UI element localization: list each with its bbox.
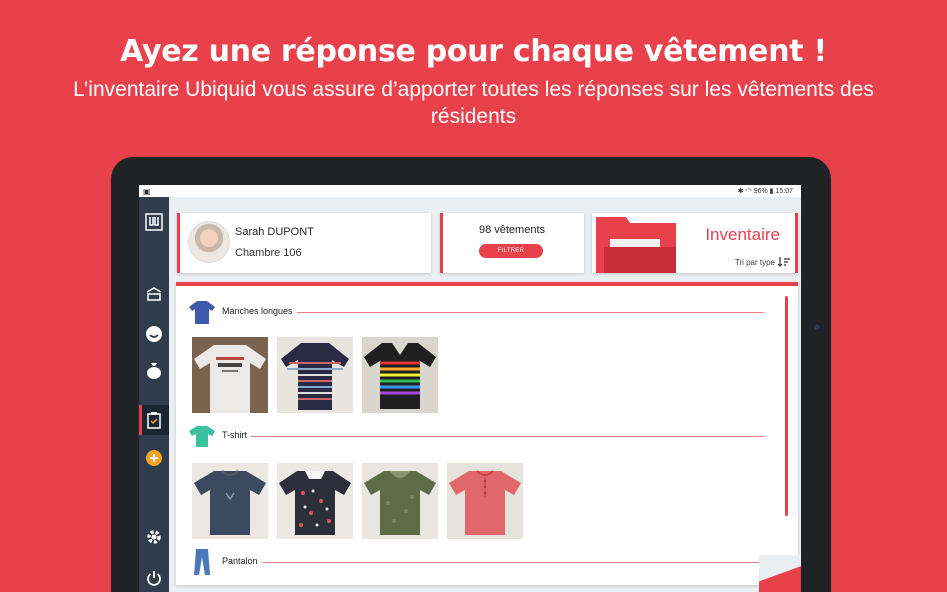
avatar xyxy=(188,221,230,263)
notification-icon: ▣ xyxy=(143,187,151,196)
filter-button[interactable]: FILTRER xyxy=(479,244,543,258)
scrollbar[interactable] xyxy=(785,296,788,516)
status-bar: ▣ ✱ ◠ 96% ▮ 15:07 xyxy=(139,185,801,197)
section-divider xyxy=(222,562,764,563)
clothing-thumbnail[interactable] xyxy=(362,463,438,539)
decorative-corner xyxy=(759,555,801,592)
clock: 15:07 xyxy=(775,188,793,195)
clothing-list: Manches longues T-shirt Pantalon xyxy=(176,282,798,585)
sort-icon xyxy=(778,257,790,267)
subline: L’inventaire Ubiquid vous assure d’appor… xyxy=(73,78,874,128)
sort-control[interactable]: Tri par type xyxy=(735,257,790,267)
wifi-icon: ◠ xyxy=(745,188,752,195)
power-icon[interactable] xyxy=(139,563,169,592)
clothing-thumbnail[interactable] xyxy=(362,337,438,413)
building-icon[interactable] xyxy=(139,279,169,309)
folder-icon xyxy=(596,217,676,273)
logo-icon[interactable] xyxy=(139,207,169,237)
clothing-thumbnail[interactable] xyxy=(192,337,268,413)
inventory-card: Inventaire Tri par type xyxy=(592,213,798,273)
smiley-icon[interactable] xyxy=(139,319,169,349)
resident-name: Sarah DUPONT xyxy=(235,226,314,238)
laundry-bag-icon[interactable] xyxy=(139,355,169,385)
tablet-screen: ▣ ✱ ◠ 96% ▮ 15:07 Sarah DUPONT Chambre 1… xyxy=(139,185,801,592)
clothing-thumbnail[interactable] xyxy=(447,463,523,539)
section-header: Pantalon xyxy=(188,548,768,576)
plus-circle-icon[interactable] xyxy=(139,443,169,473)
section-label: T-shirt xyxy=(222,430,252,440)
camera xyxy=(812,322,822,332)
section-label: Pantalon xyxy=(222,556,262,566)
bluetooth-icon: ✱ xyxy=(737,188,744,195)
inventory-title: Inventaire xyxy=(705,225,780,244)
summary-card: 98 vêtements FILTRER xyxy=(440,213,584,273)
battery-icon: ▮ xyxy=(769,188,774,195)
section-divider xyxy=(222,436,764,437)
clothing-thumbnail[interactable] xyxy=(277,463,353,539)
section-label: Manches longues xyxy=(222,306,297,316)
sort-label: Tri par type xyxy=(734,257,775,267)
clipboard-check-icon[interactable] xyxy=(139,405,169,435)
battery-level: 96% xyxy=(753,188,768,195)
clothing-thumbnail[interactable] xyxy=(192,463,268,539)
sidebar xyxy=(139,197,169,592)
tshirt-icon xyxy=(189,426,215,447)
section-header: Manches longues xyxy=(188,298,768,326)
resident-card[interactable]: Sarah DUPONT Chambre 106 xyxy=(177,213,431,273)
clothing-thumbnail[interactable] xyxy=(277,337,353,413)
gear-icon[interactable] xyxy=(139,522,169,552)
headline: Ayez une réponse pour chaque vêtement ! xyxy=(120,34,827,69)
section-divider xyxy=(222,312,764,313)
section-header: T-shirt xyxy=(188,422,768,450)
resident-room: Chambre 106 xyxy=(235,247,302,259)
clothing-count: 98 vêtements xyxy=(478,224,546,236)
trousers-icon xyxy=(194,549,210,575)
longsleeve-icon xyxy=(189,301,215,324)
